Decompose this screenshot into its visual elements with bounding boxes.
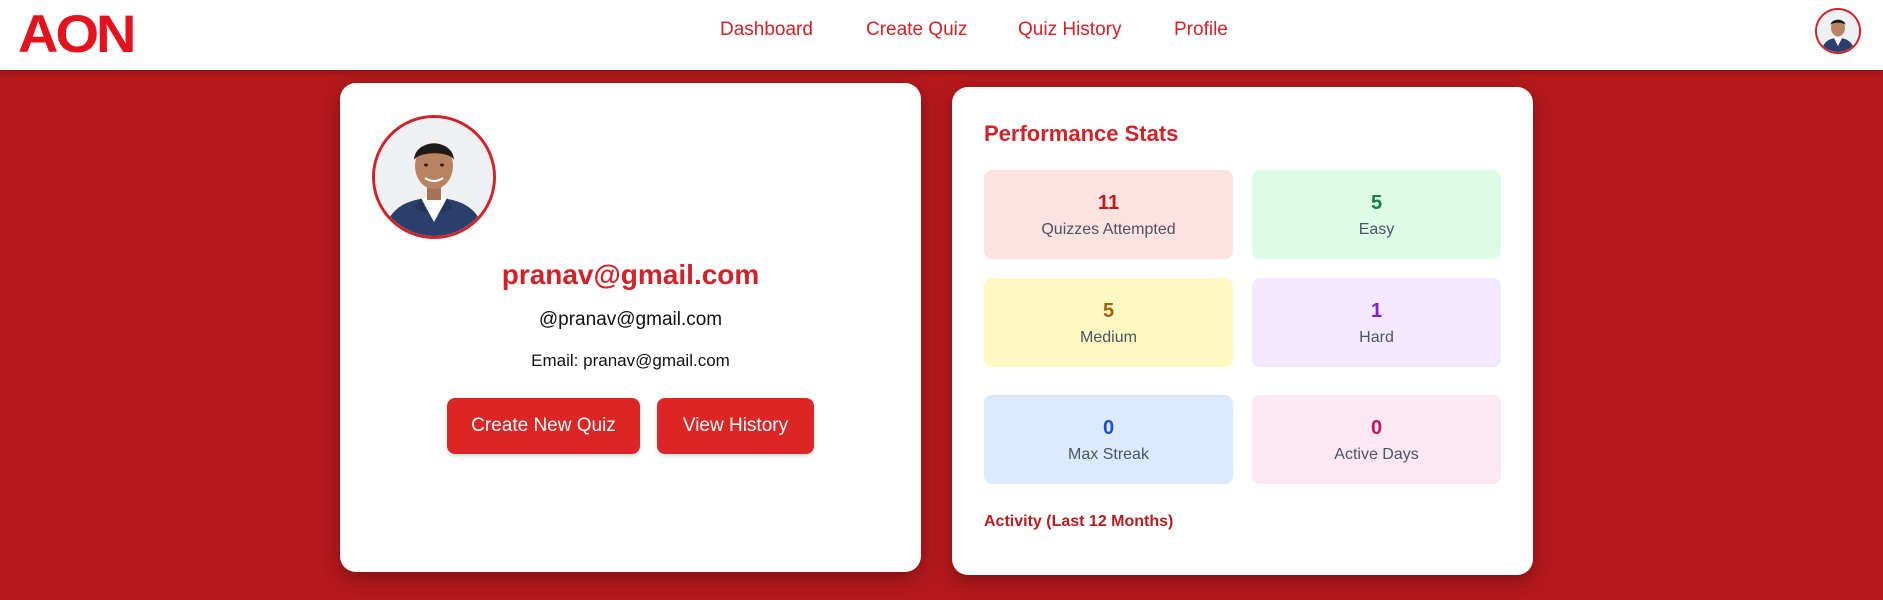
stat-max-streak: 0 Max Streak (984, 395, 1233, 484)
view-history-button[interactable]: View History (657, 398, 814, 454)
user-avatar-image (1817, 10, 1859, 52)
stat-label: Medium (1080, 329, 1137, 346)
profile-card: pranav@gmail.com @pranav@gmail.com Email… (340, 83, 921, 572)
stat-value: 11 (1097, 192, 1120, 214)
nav-profile-link[interactable]: Profile (1174, 18, 1228, 42)
stats-title: Performance Stats (984, 121, 1179, 146)
nav-create-quiz-link[interactable]: Create Quiz (866, 18, 967, 42)
stat-active-days: 0 Active Days (1252, 395, 1501, 484)
profile-handle: @pranav@gmail.com (538, 309, 723, 330)
create-new-quiz-button[interactable]: Create New Quiz (447, 398, 640, 454)
stat-label: Easy (1358, 221, 1395, 238)
stat-label: Hard (1359, 329, 1394, 346)
stat-value: 5 (1102, 300, 1115, 322)
stat-medium: 5 Medium (984, 278, 1233, 367)
profile-name: pranav@gmail.com (501, 259, 760, 290)
stat-value: 1 (1370, 300, 1383, 322)
top-navbar: AON Dashboard Create Quiz Quiz History P… (0, 0, 1883, 70)
performance-stats-card: Performance Stats 11 Quizzes Attempted 5… (952, 87, 1533, 575)
user-avatar-button[interactable] (1815, 8, 1861, 54)
stat-label: Max Streak (1068, 446, 1149, 463)
profile-email: Email: pranav@gmail.com (531, 351, 730, 370)
stat-label: Active Days (1334, 446, 1419, 463)
stat-hard: 1 Hard (1252, 278, 1501, 367)
stat-quizzes-attempted: 11 Quizzes Attempted (984, 170, 1233, 259)
profile-avatar (372, 115, 496, 239)
stat-value: 0 (1370, 417, 1383, 439)
stat-value: 5 (1370, 192, 1383, 214)
stat-value: 0 (1102, 417, 1115, 439)
profile-photo (375, 118, 493, 236)
aon-logo[interactable]: AON (18, 5, 136, 63)
nav-dashboard-link[interactable]: Dashboard (720, 18, 813, 42)
activity-heading: Activity (Last 12 Months) (984, 513, 1174, 530)
stat-label: Quizzes Attempted (1041, 221, 1176, 238)
stat-easy: 5 Easy (1252, 170, 1501, 259)
nav-quiz-history-link[interactable]: Quiz History (1018, 18, 1121, 42)
